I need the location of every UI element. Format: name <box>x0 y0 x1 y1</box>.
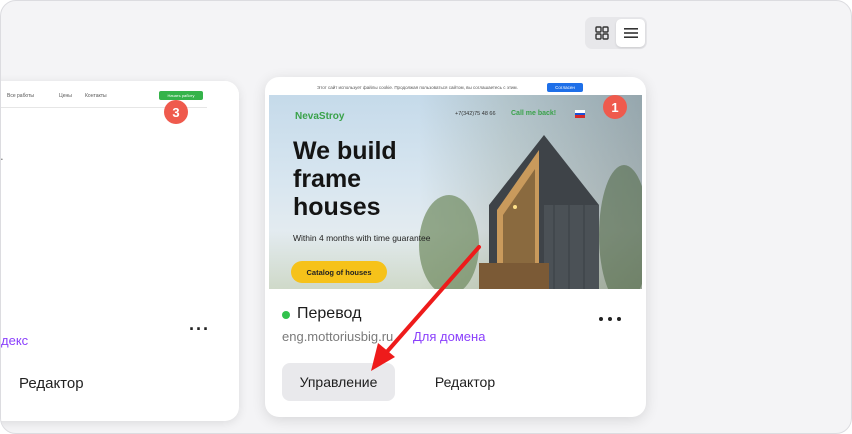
house-illustration <box>419 135 642 289</box>
domain-link[interactable]: декс <box>1 333 28 348</box>
flag-icon <box>575 110 585 118</box>
preview-cta-button: Catalog of houses <box>291 261 387 283</box>
site-preview-thumbnail[interactable]: Все работы Цены Контакты Начать работу •… <box>1 81 239 287</box>
dot-icon <box>608 317 612 321</box>
grid-view-button[interactable] <box>587 19 616 47</box>
manage-button[interactable]: Управление <box>282 363 395 401</box>
list-icon <box>623 28 638 38</box>
dot-icon <box>617 317 621 321</box>
preview-subheadline: Within 4 months with time guarantee <box>293 233 431 243</box>
preview-text: • <box>1 157 3 163</box>
preview-nav-item: Все работы <box>7 93 34 99</box>
grid-icon <box>594 26 609 40</box>
site-name: Перевод <box>297 305 362 322</box>
preview-callback: Call me back! <box>511 110 557 117</box>
preview-phone: +7(342)75 48 66 <box>455 111 496 117</box>
site-number-badge: 3 <box>164 100 188 124</box>
preview-nav-item: Цены <box>59 93 72 99</box>
domain-link[interactable]: Для домена <box>413 329 485 344</box>
preview-nav-item: Контакты <box>85 93 107 99</box>
dot-icon <box>599 317 603 321</box>
view-toggle <box>585 17 647 49</box>
site-number-badge: 1 <box>603 95 627 119</box>
editor-button[interactable]: Редактор <box>415 363 515 401</box>
sites-panel: Все работы Цены Контакты Начать работу •… <box>0 0 852 434</box>
editor-button[interactable]: Редактор <box>19 375 84 392</box>
status-dot <box>282 311 290 319</box>
preview-nav-button: Начать работу <box>159 91 203 100</box>
preview-hero: NevaStroy +7(342)75 48 66 Call me back! … <box>269 95 642 289</box>
preview-cookie-text: Этот сайт использует файлы cookie. Продо… <box>317 85 518 90</box>
list-view-button[interactable] <box>616 19 645 47</box>
site-card[interactable]: Этот сайт использует файлы cookie. Продо… <box>265 77 646 417</box>
site-preview-thumbnail[interactable]: Этот сайт использует файлы cookie. Продо… <box>269 81 642 289</box>
site-card-partial[interactable]: Все работы Цены Контакты Начать работу •… <box>1 81 239 421</box>
more-options-button[interactable] <box>599 312 621 326</box>
preview-cookie-bar: Этот сайт использует файлы cookie. Продо… <box>269 81 642 95</box>
preview-cookie-button: Согласен <box>547 83 583 92</box>
preview-logo: NevaStroy <box>295 111 345 122</box>
more-options-button[interactable]: ··· <box>189 319 210 340</box>
house-image <box>419 95 642 289</box>
preview-headline: We build frame houses <box>293 137 397 221</box>
site-domain: eng.mottoriusbig.ru <box>282 329 394 344</box>
